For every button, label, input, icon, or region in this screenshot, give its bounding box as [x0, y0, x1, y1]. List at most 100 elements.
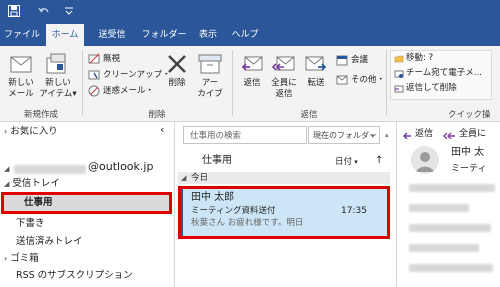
collapse-arrow-icon: › [4, 254, 8, 263]
archive-label-2: カイブ [197, 89, 223, 99]
collapse-arrow-icon: ◢ [181, 174, 187, 182]
message-sender: 田中 太郎 [191, 192, 235, 203]
ignore-label: 無視 [103, 54, 121, 64]
group-today-label: 今日 [191, 173, 209, 183]
work-folder-label: 仕事用 [24, 197, 53, 208]
reply-delete-icon [394, 85, 404, 93]
search-scope-dropdown[interactable]: 現在のフォルダー ▾ [308, 126, 380, 144]
message-item-selected[interactable]: 田中 太郎 ミーティング資料送付 17:35 秋葉さん お疲れ様です。明日 [178, 186, 390, 239]
scroll-up-icon[interactable]: ▴ [385, 126, 393, 144]
group-header-today[interactable]: ◢ 今日 [178, 172, 390, 184]
tab-send-receive[interactable]: 送受信 [90, 24, 134, 46]
search-input[interactable]: 仕事用の検索 [183, 126, 307, 144]
inbox-folder[interactable]: ◢ 受信トレイ [4, 177, 60, 191]
new-mail-label: 新しい [8, 78, 34, 88]
tab-view[interactable]: 表示 [194, 24, 222, 46]
chevron-down-icon[interactable] [64, 5, 74, 21]
account-header[interactable]: ◢ [4, 162, 9, 176]
sort-by-date-dropdown[interactable]: 日付 ▾ [335, 156, 358, 168]
group-separator [232, 50, 233, 116]
quick-step-reply-delete-label: 返信して削除 [406, 83, 457, 93]
reply-all-icon [443, 132, 455, 139]
inbox-label: 受信トレイ [12, 178, 60, 189]
new-items-icon [46, 53, 66, 74]
tab-file[interactable]: ファイル [2, 24, 42, 46]
group-label-delete: 削除 [148, 110, 166, 120]
ignore-icon [88, 53, 100, 64]
title-bar [0, 0, 500, 24]
new-mail-icon [10, 56, 32, 73]
search-scope-label: 現在のフォルダー [313, 131, 377, 140]
favorites-header[interactable]: › お気に入り [4, 125, 58, 139]
reading-body-redacted [409, 244, 479, 252]
chevron-left-icon[interactable]: ‹ [160, 123, 164, 137]
group-separator [82, 50, 83, 116]
junk-icon [88, 85, 100, 97]
new-items-label: 新しい [45, 78, 71, 88]
ribbon-tabs: ファイル ホーム 送受信 フォルダー 表示 ヘルプ [0, 24, 500, 46]
collapse-arrow-icon: › [4, 127, 8, 136]
reading-body-redacted [409, 184, 495, 192]
reply-icon [241, 56, 263, 71]
message-subject: ミーティング資料送付 [191, 206, 276, 216]
more-icon [336, 75, 348, 85]
trash-folder[interactable]: › ゴミ箱 [4, 252, 39, 266]
reply-icon [402, 132, 411, 139]
sort-label: 日付 [335, 157, 353, 167]
message-preview: 秋葉さん お疲れ様です。明日 [191, 218, 304, 228]
work-folder[interactable]: 仕事用 [4, 195, 169, 211]
tab-help[interactable]: ヘルプ [228, 24, 262, 46]
person-icon [415, 152, 435, 172]
reading-pane: 返信 全員に 田中 太 ミーティ [397, 122, 500, 287]
reading-reply-label: 返信 [415, 129, 434, 139]
archive-icon [198, 54, 222, 74]
expand-arrow-icon: ◢ [4, 180, 10, 188]
drafts-folder[interactable]: 下書き [16, 217, 45, 231]
archive-label: アー [201, 78, 219, 88]
meeting-icon [336, 55, 348, 66]
reading-body-redacted [409, 204, 469, 212]
rss-folder[interactable]: RSS のサブスクリプション [16, 269, 133, 283]
group-label-new: 新規作成 [23, 110, 58, 120]
folder-pane: › お気に入り ‹ ◢ @outlook.jp ◢ 受信トレイ 仕事用 下書き … [0, 122, 175, 287]
undo-icon[interactable] [38, 5, 50, 21]
floppy-disk-icon[interactable] [8, 5, 20, 21]
reply-all-label-2: 返信 [275, 89, 293, 99]
tab-folder[interactable]: フォルダー [140, 24, 188, 46]
reply-all-icon [272, 56, 295, 71]
folder-icon [394, 55, 404, 63]
forward-label: 転送 [307, 78, 325, 88]
sent-folder[interactable]: 送信済みトレイ [16, 235, 83, 249]
favorites-label: お気に入り [10, 126, 58, 137]
reply-label: 返信 [243, 78, 261, 88]
team-email-icon [394, 70, 404, 78]
reading-sender: 田中 太 [451, 147, 485, 158]
message-time: 17:35 [341, 206, 367, 216]
reading-subject: ミーティ [451, 164, 487, 174]
reading-body-redacted [409, 264, 493, 272]
account-name-redacted [14, 165, 86, 174]
search-placeholder: 仕事用の検索 [190, 131, 242, 141]
forward-icon [305, 56, 327, 71]
selection-bar [181, 189, 183, 236]
junk-label: 迷惑メール・ [103, 86, 155, 96]
cleanup-icon [88, 70, 100, 80]
group-label-quick-steps: クイック操 [448, 110, 491, 120]
expand-arrow-icon: ◢ [4, 165, 10, 173]
group-label-respond: 返信 [300, 110, 318, 120]
chevron-down-icon: ▾ [352, 158, 358, 166]
reply-all-label: 全員に [271, 78, 297, 88]
account-label: @outlook.jp [88, 160, 154, 173]
trash-label: ゴミ箱 [10, 253, 39, 264]
delete-icon [168, 55, 186, 73]
list-folder-title: 仕事用 [202, 155, 232, 166]
delete-label: 削除 [168, 78, 186, 88]
new-mail-label-2: メール [8, 89, 34, 99]
tab-home[interactable]: ホーム [46, 24, 84, 46]
meeting-label: 会議 [351, 55, 369, 65]
message-list-pane: 仕事用の検索 現在のフォルダー ▾ 仕事用 日付 ▾ ↑ ◢ 今日 田中 太郎 … [175, 122, 397, 287]
group-separator [386, 50, 387, 116]
more-label: その他・ [351, 75, 386, 85]
quick-step-move-label: 移動: ? [406, 53, 434, 63]
sort-direction-up-icon[interactable]: ↑ [375, 155, 383, 167]
